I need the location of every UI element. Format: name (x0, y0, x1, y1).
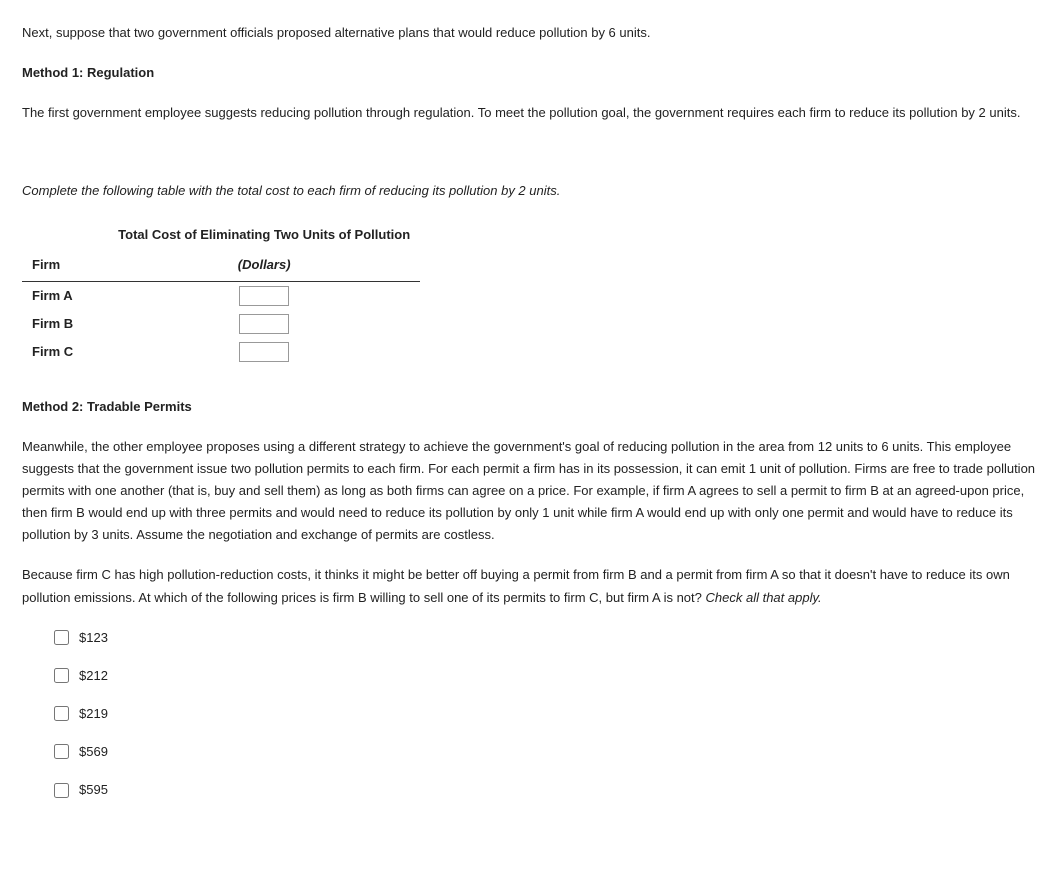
col2-header-main: Total Cost of Eliminating Two Units of P… (108, 220, 420, 250)
option-label: $595 (79, 779, 108, 801)
option-label: $212 (79, 665, 108, 687)
intro-text: Next, suppose that two government offici… (22, 22, 1036, 44)
cost-table: Total Cost of Eliminating Two Units of P… (22, 220, 420, 365)
option-checkbox-3[interactable] (54, 706, 69, 721)
option-label: $569 (79, 741, 108, 763)
method1-title: Method 1: Regulation (22, 62, 1036, 84)
option-checkbox-4[interactable] (54, 744, 69, 759)
method2-title: Method 2: Tradable Permits (22, 396, 1036, 418)
table-row: Firm B (22, 310, 420, 338)
option-item: $569 (54, 741, 1036, 763)
method2-question: Because firm C has high pollution-reduct… (22, 564, 1036, 608)
method1-desc: The first government employee suggests r… (22, 102, 1036, 124)
col2-header-sub: (Dollars) (108, 250, 420, 281)
option-label: $219 (79, 703, 108, 725)
table-row: Firm A (22, 281, 420, 310)
method2-desc: Meanwhile, the other employee proposes u… (22, 436, 1036, 546)
row-label: Firm A (22, 281, 108, 310)
option-item: $212 (54, 665, 1036, 687)
question-hint: Check all that apply. (706, 590, 822, 605)
table-row: Firm C (22, 338, 420, 366)
option-item: $219 (54, 703, 1036, 725)
option-checkbox-5[interactable] (54, 783, 69, 798)
firm-a-input[interactable] (239, 286, 289, 306)
checkbox-list: $123 $212 $219 $569 $595 (54, 627, 1036, 801)
option-checkbox-2[interactable] (54, 668, 69, 683)
option-checkbox-1[interactable] (54, 630, 69, 645)
col1-header: Firm (22, 250, 108, 281)
firm-b-input[interactable] (239, 314, 289, 334)
option-item: $123 (54, 627, 1036, 649)
row-label: Firm B (22, 310, 108, 338)
option-item: $595 (54, 779, 1036, 801)
firm-c-input[interactable] (239, 342, 289, 362)
question-text: Because firm C has high pollution-reduct… (22, 567, 1010, 604)
row-label: Firm C (22, 338, 108, 366)
table-prompt: Complete the following table with the to… (22, 180, 1036, 202)
option-label: $123 (79, 627, 108, 649)
